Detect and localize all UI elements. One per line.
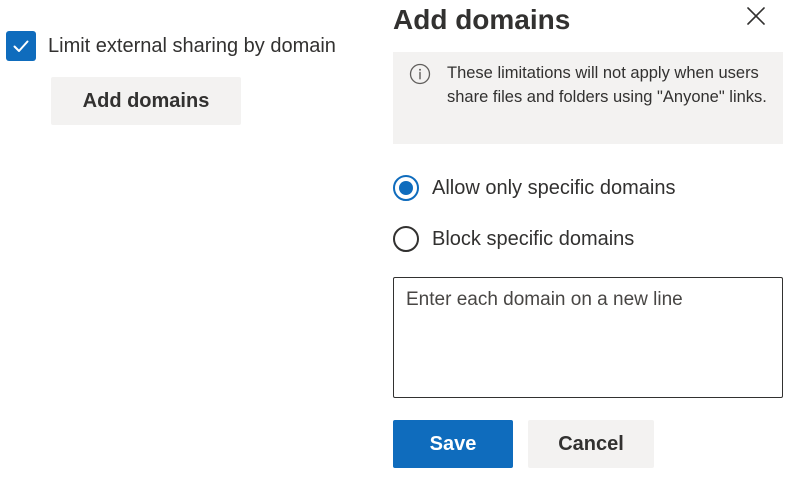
limit-external-sharing-checkbox-row[interactable]: Limit external sharing by domain	[6, 31, 336, 61]
info-message-text: These limitations will not apply when us…	[447, 64, 767, 106]
save-button[interactable]: Save	[393, 420, 513, 468]
panel-title: Add domains	[393, 4, 571, 35]
close-button[interactable]	[740, 0, 772, 32]
allow-specific-domains-radio[interactable]	[393, 175, 419, 201]
info-icon	[409, 63, 431, 85]
allow-specific-domains-label: Allow only specific domains	[432, 176, 676, 199]
sharing-settings-page: Limit external sharing by domain Add dom…	[0, 0, 794, 478]
allow-specific-domains-option[interactable]: Allow only specific domains	[393, 175, 675, 201]
block-specific-domains-option[interactable]: Block specific domains	[393, 226, 634, 252]
domains-input[interactable]	[393, 277, 783, 398]
limit-external-sharing-checkbox[interactable]	[6, 31, 36, 61]
cancel-button[interactable]: Cancel	[528, 420, 654, 468]
info-message-bar: These limitations will not apply when us…	[393, 52, 783, 144]
block-specific-domains-label: Block specific domains	[432, 227, 635, 250]
limit-external-sharing-label: Limit external sharing by domain	[48, 34, 336, 57]
block-specific-domains-radio[interactable]	[393, 226, 419, 252]
checkmark-icon	[13, 40, 29, 52]
close-icon	[747, 7, 765, 25]
add-domains-button[interactable]: Add domains	[51, 77, 241, 125]
